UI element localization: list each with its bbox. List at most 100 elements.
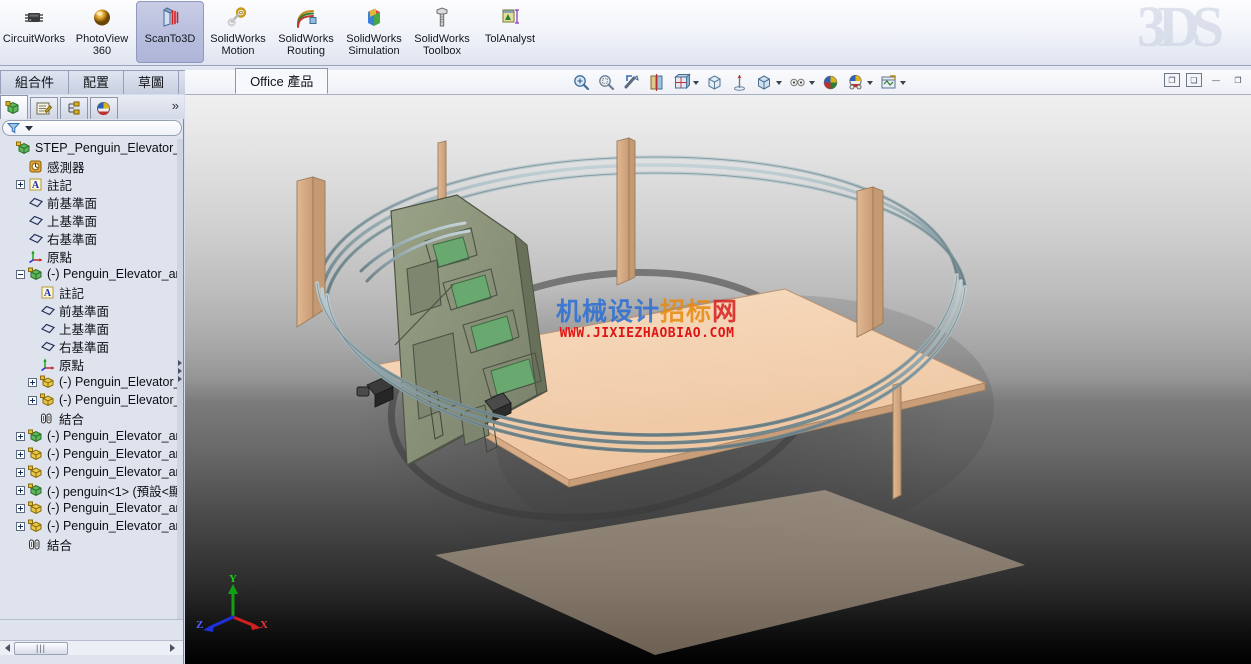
tree-expand-icon[interactable] bbox=[16, 179, 25, 189]
graphics-viewport[interactable]: 机械设计招标网 WWW.JIXIEZHAOBIAO.COM Y X Z bbox=[185, 95, 1251, 664]
tree-row[interactable]: (-) Penguin_Elevator_a bbox=[0, 373, 183, 391]
tree-row-label: 結合 bbox=[59, 412, 85, 427]
tree-expand-icon[interactable] bbox=[16, 521, 25, 531]
view-orientation-button[interactable] bbox=[670, 72, 701, 93]
configuration-manager-tab[interactable] bbox=[60, 97, 88, 119]
view-orientation2-button[interactable] bbox=[844, 72, 875, 93]
edit-appearance-button[interactable] bbox=[753, 72, 784, 93]
tree-row[interactable]: (-) Penguin_Elevator_and_ bbox=[0, 427, 183, 445]
feature-manager-tab[interactable] bbox=[0, 95, 28, 119]
ribbon-button-solidworks-motion[interactable]: SolidWorks Motion bbox=[204, 1, 272, 63]
tree-row[interactable]: (-) Penguin_Elevator_and_ bbox=[0, 445, 183, 463]
tree-row-label: (-) Penguin_Elevator_a bbox=[59, 375, 183, 389]
tree-expand-icon[interactable] bbox=[16, 431, 25, 441]
tab-office-products[interactable]: Office 產品 bbox=[235, 68, 329, 94]
maximize-button[interactable]: ❐ bbox=[1230, 73, 1246, 87]
mates-icon bbox=[40, 411, 56, 426]
tree-row[interactable]: 前基準面 bbox=[0, 193, 183, 211]
tree-row[interactable]: A 註記 bbox=[0, 283, 183, 301]
tree-row[interactable]: 結合 bbox=[0, 409, 183, 427]
origin-icon bbox=[28, 249, 44, 264]
ribbon-button-photoview360[interactable]: PhotoView 360 bbox=[68, 1, 136, 63]
tree-row[interactable]: 右基準面 bbox=[0, 337, 183, 355]
apply-scene-button[interactable] bbox=[819, 72, 842, 93]
ribbon-toolbar: CircuitWorks PhotoView 360 ScanTo3D Soli… bbox=[0, 0, 1251, 66]
tree-row[interactable]: (-) Penguin_Elevator_and_ bbox=[0, 517, 183, 535]
restore-doc-button[interactable]: ❐ bbox=[1164, 73, 1180, 87]
chevron-down-icon[interactable] bbox=[693, 80, 699, 85]
tab-assembly[interactable]: 組合件 bbox=[0, 70, 70, 94]
view-settings-button[interactable] bbox=[786, 72, 817, 93]
feature-tree-filter[interactable] bbox=[2, 120, 182, 136]
tree-expand-icon[interactable] bbox=[16, 467, 25, 477]
tree-row[interactable]: 感測器 bbox=[0, 157, 183, 175]
ribbon-button-tolanalyst[interactable]: TolAnalyst bbox=[476, 1, 544, 63]
zoom-to-area-button[interactable] bbox=[595, 72, 618, 93]
tree-row[interactable]: 右基準面 bbox=[0, 229, 183, 247]
tree-expand-icon[interactable] bbox=[28, 377, 37, 387]
tree-row[interactable]: (-) penguin<1> (預設<顯示 bbox=[0, 481, 183, 499]
previous-view-button[interactable] bbox=[620, 72, 643, 93]
tree-row[interactable]: 上基準面 bbox=[0, 319, 183, 337]
scroll-right-button[interactable] bbox=[165, 641, 179, 656]
tree-expand-icon[interactable] bbox=[16, 449, 25, 459]
ribbon-button-solidworks-routing[interactable]: SolidWorks Routing bbox=[272, 1, 340, 63]
tree-row[interactable]: 結合 bbox=[0, 535, 183, 553]
tolanalyst-icon bbox=[497, 6, 523, 30]
chevron-down-icon[interactable] bbox=[900, 80, 906, 85]
tree-row[interactable]: (-) Penguin_Elevator_a bbox=[0, 391, 183, 409]
tree-expand-icon[interactable] bbox=[16, 485, 25, 495]
viewport-layout-button[interactable] bbox=[877, 72, 908, 93]
tree-row-label: 註記 bbox=[59, 286, 85, 301]
subassembly-green-icon bbox=[28, 267, 44, 282]
hide-show-items-button[interactable] bbox=[728, 72, 751, 93]
chevron-down-icon[interactable] bbox=[809, 80, 815, 85]
ribbon-button-circuitworks[interactable]: CircuitWorks bbox=[0, 1, 68, 63]
chevron-down-icon[interactable] bbox=[776, 80, 782, 85]
tree-row[interactable]: 原點 bbox=[0, 247, 183, 265]
panel-overflow-button[interactable]: » bbox=[172, 98, 179, 113]
filter-dropdown-icon[interactable] bbox=[25, 125, 33, 131]
chevron-down-icon[interactable] bbox=[867, 80, 873, 85]
panel-splitter-handle[interactable] bbox=[176, 357, 183, 385]
tree-row[interactable]: A 註記 bbox=[0, 175, 183, 193]
tree-row-label: 前基準面 bbox=[59, 304, 110, 319]
ribbon-button-label: CircuitWorks bbox=[2, 33, 66, 45]
display-style-button[interactable] bbox=[703, 72, 726, 93]
triad-x-label: X bbox=[260, 619, 268, 631]
tab-layout[interactable]: 配置 bbox=[68, 70, 125, 94]
tree-row[interactable]: 前基準面 bbox=[0, 301, 183, 319]
annotation-icon: A bbox=[28, 177, 44, 192]
ribbon-button-solidworks-toolbox[interactable]: SolidWorks Toolbox bbox=[408, 1, 476, 63]
tree-row[interactable]: STEP_Penguin_Elevator_and_ bbox=[0, 139, 183, 157]
tree-collapse-icon[interactable] bbox=[16, 269, 25, 279]
tree-row[interactable]: (-) Penguin_Elevator_and_ bbox=[0, 499, 183, 517]
tree-row-label: STEP_Penguin_Elevator_and_ bbox=[35, 141, 183, 155]
section-view-button[interactable] bbox=[645, 72, 668, 93]
section-view-icon bbox=[647, 73, 666, 92]
ribbon-button-label: PhotoView 360 bbox=[75, 33, 129, 57]
panel-tab-strip: » bbox=[0, 95, 184, 119]
tab-sketch[interactable]: 草圖 bbox=[123, 70, 180, 94]
scroll-thumb[interactable]: ||| bbox=[14, 641, 68, 655]
tree-row[interactable]: 原點 bbox=[0, 355, 183, 373]
tree-expand-icon[interactable] bbox=[28, 395, 37, 405]
display-manager-tab[interactable] bbox=[90, 97, 118, 119]
zoom-to-fit-button[interactable] bbox=[570, 72, 593, 93]
ribbon-button-solidworks-simulation[interactable]: SolidWorks Simulation bbox=[340, 1, 408, 63]
tree-row[interactable]: 上基準面 bbox=[0, 211, 183, 229]
feature-tree[interactable]: STEP_Penguin_Elevator_and_感測器A註記前基準面上基準面… bbox=[0, 139, 183, 619]
tree-row[interactable]: (-) Penguin_Elevator_and_ bbox=[0, 463, 183, 481]
annotation-icon: A bbox=[40, 285, 56, 300]
tree-row[interactable]: (-) Penguin_Elevator_and_ bbox=[0, 265, 183, 283]
ribbon-button-scanto3d[interactable]: ScanTo3D bbox=[136, 1, 204, 63]
minimize-button[interactable]: — bbox=[1208, 73, 1224, 87]
ribbon-button-label: SolidWorks Simulation bbox=[346, 33, 402, 57]
tree-expand-icon[interactable] bbox=[16, 503, 25, 513]
scroll-left-button[interactable] bbox=[0, 641, 14, 656]
doc-window-button[interactable]: ❏ bbox=[1186, 73, 1202, 87]
tree-horizontal-scrollbar[interactable]: ||| bbox=[0, 640, 183, 655]
tree-row-label: (-) penguin<1> (預設<顯示 bbox=[47, 484, 183, 499]
view-orientation-icon bbox=[672, 73, 691, 92]
property-manager-tab[interactable] bbox=[30, 97, 58, 119]
